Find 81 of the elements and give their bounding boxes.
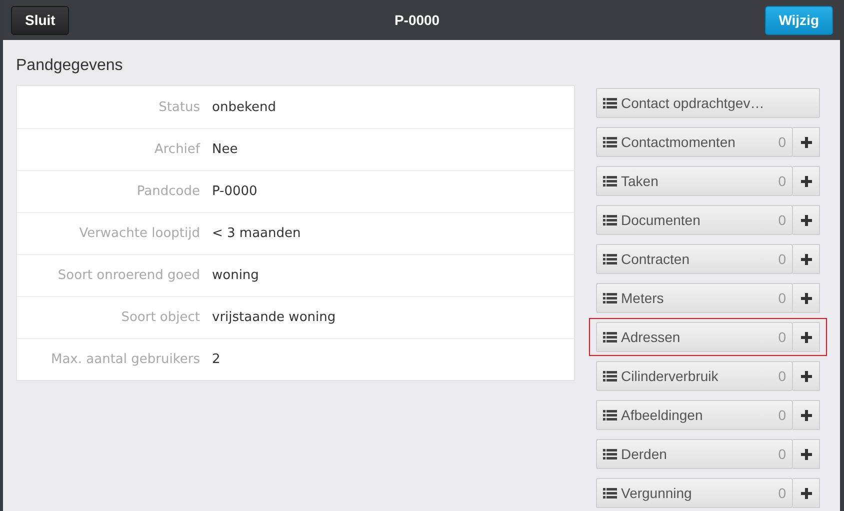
field-label: Max. aantal gebruikers <box>50 352 200 367</box>
plus-icon <box>800 292 812 304</box>
item-count: 0 <box>778 368 786 384</box>
item-count: 0 <box>778 329 786 345</box>
plus-icon <box>800 448 812 460</box>
field-value: onbekend <box>212 100 277 115</box>
item-count: 0 <box>778 290 786 306</box>
list-icon <box>603 488 617 498</box>
item-count: 0 <box>778 251 786 267</box>
item-count: 0 <box>778 134 786 150</box>
list-icon <box>603 176 617 186</box>
section-button[interactable]: Adressen 0 <box>596 322 793 352</box>
section-button[interactable]: Vergunning 0 <box>596 478 793 508</box>
list-icon <box>603 448 617 460</box>
field-label: Archief <box>153 142 200 157</box>
list-icon <box>603 410 617 420</box>
section-label: Afbeeldingen <box>621 407 704 423</box>
field-label: Soort onroerend goed <box>56 268 200 283</box>
list-icon <box>603 136 617 148</box>
section-button[interactable]: Contact opdrachtgev… <box>596 88 820 118</box>
field-label: Status <box>158 100 200 115</box>
field-value: vrijstaande woning <box>212 310 337 325</box>
list-icon <box>603 254 617 264</box>
section-label: Taken <box>621 173 660 189</box>
close-button[interactable]: Sluit <box>11 6 70 34</box>
field-label: Verwachte looptijd <box>78 226 200 241</box>
item-count: 0 <box>778 173 786 189</box>
add-button[interactable] <box>793 478 820 508</box>
add-button[interactable] <box>793 244 820 274</box>
section-label: Adressen <box>621 329 682 345</box>
field-label: Soort object <box>120 310 200 325</box>
add-button[interactable] <box>793 400 820 430</box>
plus-icon <box>800 254 812 264</box>
add-button[interactable] <box>793 283 820 313</box>
section-label: Contact opdrachtgev… <box>621 95 766 111</box>
plus-icon <box>800 214 812 226</box>
field-value: 2 <box>212 352 222 367</box>
section-label: Meters <box>621 290 665 306</box>
plus-icon <box>800 488 812 498</box>
section-label: Contactmomenten <box>621 134 736 150</box>
item-count: 0 <box>778 446 786 462</box>
field-value: Nee <box>212 142 239 157</box>
plus-icon <box>800 410 812 420</box>
item-count: 0 <box>778 212 786 228</box>
list-icon <box>603 332 617 342</box>
add-button[interactable] <box>793 127 820 157</box>
section-button[interactable]: Cilinderverbruik 0 <box>596 361 793 391</box>
item-count: 0 <box>778 485 786 501</box>
list-icon <box>603 98 617 108</box>
field-label: Pandcode <box>136 184 200 199</box>
list-icon <box>603 214 617 226</box>
plus-icon <box>800 176 812 186</box>
field-value: < 3 maanden <box>212 226 302 241</box>
page-title: P-0000 <box>394 12 440 28</box>
list-icon <box>603 370 617 382</box>
field-value: woning <box>212 268 260 283</box>
section-button[interactable]: Documenten 0 <box>596 205 793 235</box>
section-label: Derden <box>621 446 668 462</box>
add-button[interactable] <box>793 439 820 469</box>
section-button[interactable]: Derden 0 <box>596 439 793 469</box>
section-label: Documenten <box>621 212 702 228</box>
plus-icon <box>800 136 812 148</box>
section-label: Vergunning <box>621 485 693 501</box>
section-button[interactable]: Afbeeldingen 0 <box>596 400 793 430</box>
add-button[interactable] <box>793 205 820 235</box>
section-button[interactable]: Taken 0 <box>596 166 793 196</box>
section-button[interactable]: Contactmomenten 0 <box>596 127 793 157</box>
plus-icon <box>800 370 812 382</box>
item-count: 0 <box>778 407 786 423</box>
add-button[interactable] <box>793 361 820 391</box>
list-icon <box>603 292 617 304</box>
edit-button[interactable]: Wijzig <box>764 6 833 34</box>
field-value: P-0000 <box>212 184 258 199</box>
add-button[interactable] <box>793 322 820 352</box>
section-button[interactable]: Meters 0 <box>596 283 793 313</box>
add-button[interactable] <box>793 166 820 196</box>
section-button[interactable]: Contracten 0 <box>596 244 793 274</box>
section-label: Cilinderverbruik <box>621 368 720 384</box>
section-title: Pandgegevens <box>16 56 124 76</box>
plus-icon <box>800 332 812 342</box>
section-label: Contracten <box>621 251 690 267</box>
